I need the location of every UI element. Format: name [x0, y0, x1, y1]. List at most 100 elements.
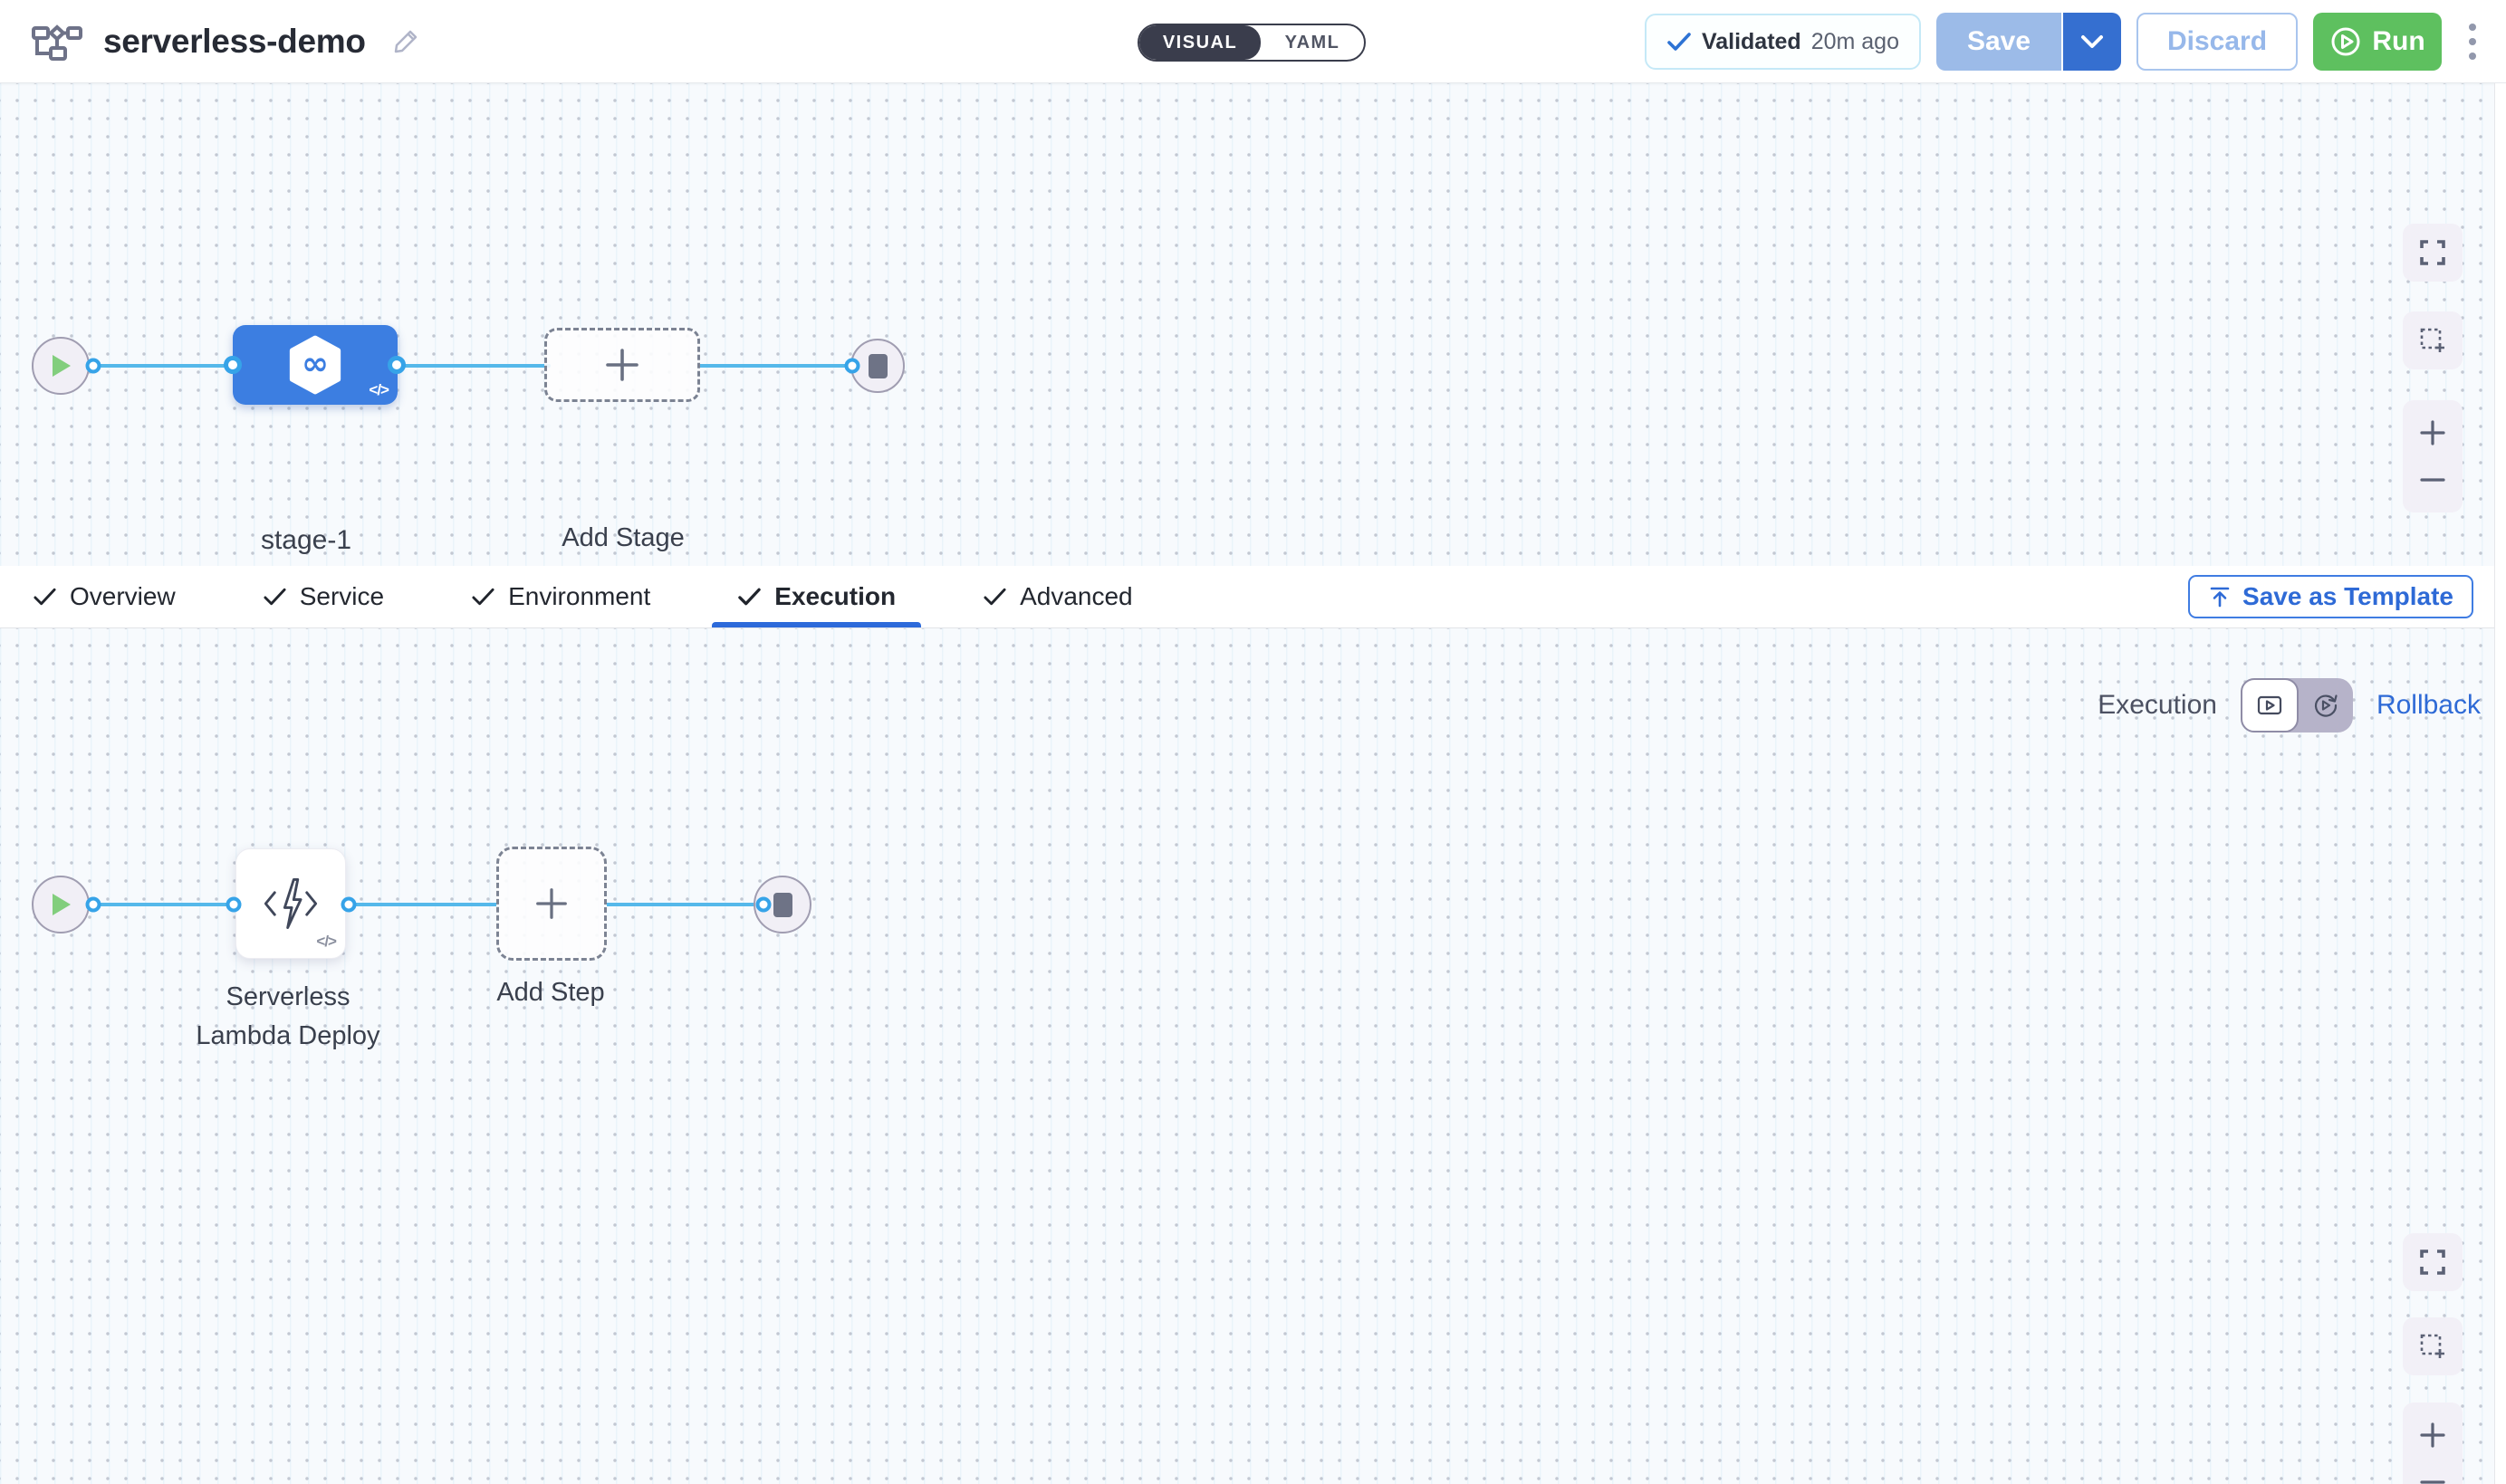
execution-mode-segment[interactable] [2241, 678, 2299, 732]
serverless-stage-icon: ∞ [286, 334, 344, 396]
zoom-out-icon[interactable] [2419, 466, 2446, 493]
step-name-line1: Serverless [170, 978, 406, 1017]
step-in-port[interactable] [226, 897, 242, 913]
stage-out-port[interactable] [388, 356, 406, 374]
rollback-mode-segment[interactable] [2299, 692, 2353, 719]
execution-canvas[interactable]: Execution Rollback [0, 628, 2506, 1484]
marquee-select-icon [2418, 326, 2447, 355]
connector-line [90, 903, 235, 906]
run-button[interactable]: Run [2313, 13, 2442, 71]
add-step-label: Add Step [460, 978, 641, 1008]
plus-icon [533, 885, 571, 923]
stage-in-port[interactable] [224, 356, 242, 374]
step-name-label: Serverless Lambda Deploy [170, 978, 406, 1056]
page-title: serverless-demo [103, 23, 366, 61]
check-icon [737, 586, 762, 608]
tab-label: Environment [508, 582, 650, 611]
execution-rollback-toggle[interactable] [2241, 678, 2353, 732]
check-icon [1666, 31, 1692, 53]
tab-environment[interactable]: Environment [471, 566, 650, 627]
toggle-yaml[interactable]: YAML [1261, 25, 1364, 60]
marquee-select-button[interactable] [2403, 1317, 2463, 1375]
stage-canvas-controls [2403, 224, 2463, 512]
connector-line [697, 364, 856, 368]
validated-time: 20m ago [1811, 29, 1899, 55]
tab-label: Service [300, 582, 384, 611]
connector-port[interactable] [756, 897, 772, 913]
stage-tabbar: Overview Service Environment Execution A… [0, 566, 2506, 628]
check-icon [33, 586, 57, 608]
step-out-port[interactable] [341, 897, 357, 913]
add-stage-button[interactable] [544, 328, 700, 402]
stop-icon [869, 354, 888, 378]
execution-canvas-controls [2403, 1233, 2463, 1484]
save-dropdown-button[interactable] [2063, 13, 2121, 71]
fullscreen-icon [2418, 238, 2447, 267]
fullscreen-button[interactable] [2403, 1233, 2463, 1291]
zoom-control [2403, 400, 2463, 512]
save-template-icon [2208, 585, 2232, 608]
zoom-in-icon[interactable] [2419, 1422, 2446, 1449]
step-name-line2: Lambda Deploy [170, 1017, 406, 1056]
rollback-link[interactable]: Rollback [2376, 690, 2481, 721]
start-play-icon [49, 892, 72, 917]
pipeline-start-node[interactable] [32, 337, 90, 395]
stage-name-label: stage-1 [216, 525, 397, 556]
pipeline-studio: serverless-demo VISUAL YAML Validated [0, 0, 2506, 1484]
discard-button[interactable]: Discard [2136, 13, 2298, 71]
add-step-button[interactable] [496, 847, 607, 961]
visual-yaml-toggle[interactable]: VISUAL YAML [1138, 24, 1366, 62]
header-actions: Validated 20m ago Save Discard [1645, 13, 2488, 71]
serverless-lambda-deploy-step[interactable]: </> [235, 848, 346, 959]
connector-line [348, 903, 498, 906]
connector-line [397, 364, 551, 368]
check-icon [263, 586, 287, 608]
validated-label: Validated [1702, 29, 1801, 55]
save-as-template-label: Save as Template [2242, 582, 2453, 611]
save-button[interactable]: Save [1936, 13, 2061, 71]
tab-overview[interactable]: Overview [33, 566, 176, 627]
marquee-select-icon [2418, 1332, 2447, 1361]
stage-canvas[interactable]: ∞ </> stage-1 Add Stage [0, 83, 2506, 566]
toggle-visual[interactable]: VISUAL [1139, 25, 1261, 60]
execution-mode-row: Execution Rollback [2098, 677, 2481, 733]
tab-advanced[interactable]: Advanced [983, 566, 1133, 627]
tab-label: Advanced [1020, 582, 1133, 611]
fullscreen-button[interactable] [2403, 224, 2463, 282]
stop-icon [773, 893, 792, 917]
run-label: Run [2372, 26, 2424, 57]
zoom-out-icon[interactable] [2419, 1469, 2446, 1484]
save-as-template-button[interactable]: Save as Template [2188, 575, 2473, 618]
add-stage-label: Add Stage [533, 523, 714, 553]
svg-text:∞: ∞ [302, 344, 329, 383]
execution-steps-icon [2256, 693, 2283, 718]
code-view-icon[interactable]: </> [316, 933, 336, 951]
connector-port[interactable] [86, 897, 101, 913]
marquee-select-button[interactable] [2403, 311, 2463, 369]
tab-service[interactable]: Service [263, 566, 384, 627]
header: serverless-demo VISUAL YAML Validated [0, 0, 2506, 83]
fullscreen-icon [2418, 1248, 2447, 1277]
plus-icon [602, 345, 642, 385]
code-view-icon[interactable]: </> [369, 381, 389, 399]
execution-start-node[interactable] [32, 876, 90, 933]
edit-pencil-icon[interactable] [391, 27, 420, 56]
connector-line [90, 364, 237, 368]
stage-node[interactable]: ∞ </> [233, 325, 398, 405]
tab-label: Execution [774, 582, 896, 611]
connector-port[interactable] [86, 359, 101, 374]
zoom-control [2403, 1403, 2463, 1484]
validated-badge[interactable]: Validated 20m ago [1645, 14, 1921, 70]
more-options-menu[interactable] [2457, 13, 2488, 71]
zoom-in-icon[interactable] [2419, 419, 2446, 446]
serverless-lambda-icon [263, 876, 319, 932]
connector-line [605, 903, 765, 906]
tab-execution[interactable]: Execution [737, 566, 896, 627]
scrollbar-track[interactable] [2494, 83, 2506, 1484]
pipeline-icon [31, 19, 83, 64]
check-icon [471, 586, 495, 608]
brand: serverless-demo [31, 19, 420, 64]
rollback-icon [2312, 692, 2339, 719]
check-icon [983, 586, 1007, 608]
connector-port[interactable] [845, 359, 860, 374]
